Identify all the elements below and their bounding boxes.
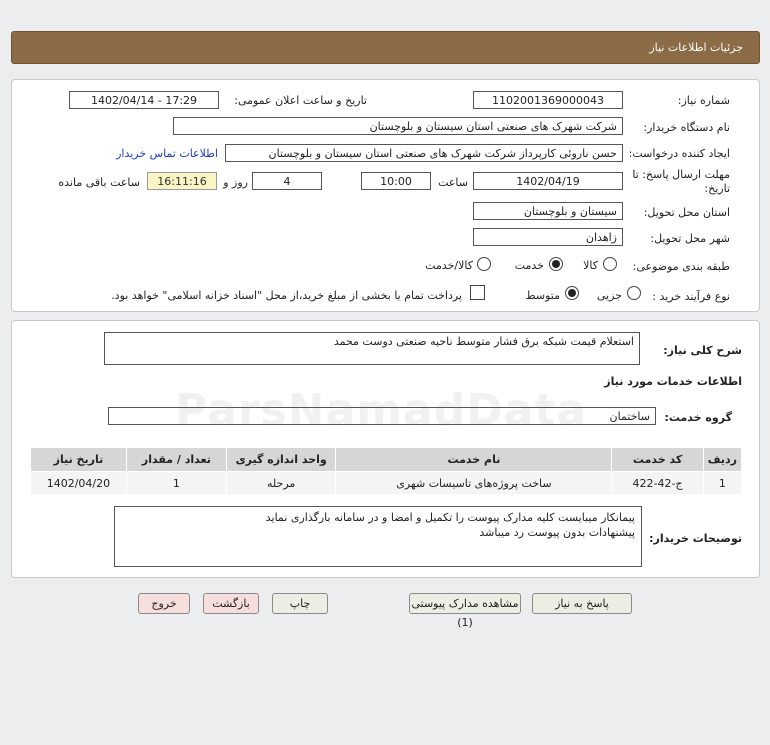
cell-service-name: ساخت پروژه‌های تاسیسات شهری: [335, 471, 613, 495]
table-header-row: ردیف کد خدمت نام خدمت واحد اندازه گیری ت…: [30, 447, 743, 472]
cell-unit: مرحله: [225, 471, 337, 495]
city-label: شهر محل تحویل:: [650, 232, 730, 245]
deadline-time-label: ساعت: [438, 176, 468, 189]
creator-field: حسن ناروئی کارپرداز شرکت شهرک های صنعتی …: [225, 144, 623, 162]
col-unit: واحد اندازه گیری: [225, 447, 337, 472]
days-field: 4: [252, 172, 322, 190]
process-radio-minor[interactable]: [627, 286, 641, 300]
print-button[interactable]: چاپ: [272, 593, 328, 614]
deadline-time-field: 10:00: [361, 172, 431, 190]
reply-button[interactable]: پاسخ به نیاز: [532, 593, 632, 614]
process-option-minor: جزیی: [596, 289, 622, 302]
category-radio-goods-service[interactable]: [477, 257, 491, 271]
buyer-label: نام دستگاه خریدار:: [643, 121, 730, 134]
summary-label: شرح کلی نیاز:: [663, 344, 742, 357]
city-field: زاهدان: [473, 228, 623, 246]
category-radio-service[interactable]: [549, 257, 563, 271]
announce-label: تاریخ و ساعت اعلان عمومی:: [234, 94, 367, 107]
col-service-code: کد خدمت: [611, 447, 704, 472]
cell-row-number: 1: [702, 471, 743, 495]
need-number-field: 1102001369000043: [473, 91, 623, 109]
need-info-panel: [11, 79, 760, 312]
buyer-contact-link[interactable]: اطلاعات تماس خریدار: [116, 147, 218, 160]
remaining-time-field: 16:11:16: [147, 172, 217, 190]
buyer-notes-label: توضیحات خریدار:: [649, 532, 742, 545]
page-header: جزئیات اطلاعات نیاز: [11, 31, 760, 64]
services-table: ردیف کد خدمت نام خدمت واحد اندازه گیری ت…: [30, 447, 743, 495]
buyer-notes-line-1: پیمانکار میبایست کلیه مدارک پیوست را تکم…: [265, 511, 635, 524]
col-need-date: تاریخ نیاز: [30, 447, 127, 472]
summary-field: استعلام قیمت شبکه برق فشار متوسط ناحیه ص…: [104, 332, 640, 365]
page-title: جزئیات اطلاعات نیاز: [649, 41, 743, 54]
cell-service-code: ج-42-422: [611, 471, 704, 495]
process-label: نوع فرآیند خرید :: [652, 290, 730, 303]
treasury-payment-checkbox[interactable]: [470, 285, 485, 300]
category-label: طبقه بندی موضوعی:: [632, 260, 730, 273]
category-option-service: خدمت: [514, 259, 544, 272]
cell-quantity: 1: [125, 471, 227, 495]
deadline-label-2: تاریخ:: [704, 182, 730, 195]
province-field: سیستان و بلوچستان: [473, 202, 623, 220]
table-row: 1 ج-42-422 ساخت پروژه‌های تاسیسات شهری م…: [30, 471, 743, 495]
category-option-goods-service: کالا/خدمت: [425, 259, 473, 272]
cell-need-date: 1402/04/20: [30, 471, 127, 495]
col-row-number: ردیف: [702, 447, 743, 472]
need-number-label: شماره نیاز:: [677, 94, 730, 107]
col-quantity: تعداد / مقدار: [125, 447, 227, 472]
category-option-goods: کالا: [583, 259, 598, 272]
category-radio-goods[interactable]: [603, 257, 617, 271]
process-radio-medium[interactable]: [565, 286, 579, 300]
services-title: اطلاعات خدمات مورد نیاز: [604, 375, 742, 388]
exit-button[interactable]: خروج: [138, 593, 190, 614]
deadline-label-1: مهلت ارسال پاسخ: تا: [632, 168, 730, 181]
payment-note: پرداخت تمام یا بخشی از مبلغ خرید،از محل …: [111, 289, 462, 302]
process-option-medium: متوسط: [525, 289, 560, 302]
creator-label: ایجاد کننده درخواست:: [628, 147, 730, 160]
buyer-notes-line-2: پیشنهادات بدون پیوست رد میباشد: [479, 526, 635, 539]
remaining-label: ساعت باقی مانده: [58, 176, 140, 189]
buyer-field: شرکت شهرک های صنعتی استان سیستان و بلوچس…: [173, 117, 623, 135]
province-label: استان محل تحویل:: [643, 206, 730, 219]
days-label: روز و: [223, 176, 248, 189]
col-service-name: نام خدمت: [335, 447, 613, 472]
view-attachments-button[interactable]: مشاهده مدارک پیوستی (1): [409, 593, 521, 629]
back-button[interactable]: بازگشت: [203, 593, 259, 614]
buyer-notes-field: پیمانکار میبایست کلیه مدارک پیوست را تکم…: [114, 506, 642, 567]
deadline-date-field: 1402/04/19: [473, 172, 623, 190]
watermark-text: ParsNamadData: [175, 385, 588, 436]
announce-field: 1402/04/14 - 17:29: [69, 91, 219, 109]
service-group-label: گروه خدمت:: [664, 411, 732, 424]
